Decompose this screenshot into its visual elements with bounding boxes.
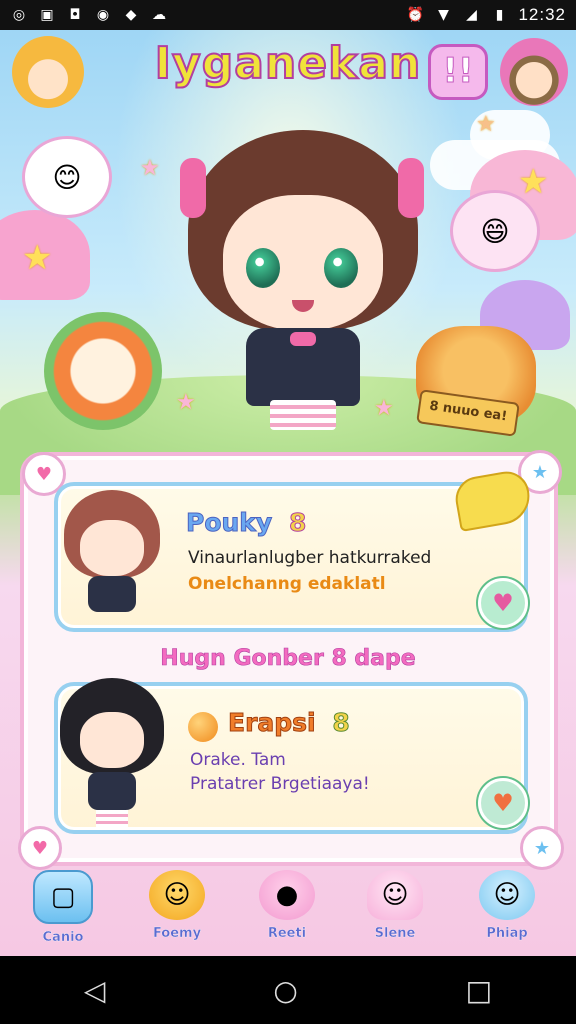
clock: 12:32 [518, 5, 566, 24]
character-name: Erapsi 8 [228, 708, 351, 738]
ice-cube-icon: ▢ [33, 870, 93, 924]
title-badge: !! [428, 44, 488, 100]
character-description: Orake. Tam [190, 750, 286, 770]
star-icon: ★ [140, 156, 160, 181]
star-icon: ★ [476, 112, 496, 137]
character-description: Pratatrer Brgetiaaya! [190, 774, 370, 794]
recents-icon[interactable]: □ [466, 974, 492, 1007]
signal-icon: ◢ [466, 7, 477, 23]
character-eye-right [324, 248, 358, 288]
section-header: Hugn Gonber 8 dape [160, 646, 416, 672]
player-avatar-left[interactable] [12, 36, 84, 108]
character-eye-left [246, 248, 280, 288]
player-avatar-right[interactable] [500, 38, 568, 106]
battery-icon: ▮ [495, 7, 504, 23]
nav-label: Canio [42, 930, 84, 945]
nav-label: Reeti [267, 926, 307, 941]
flower-mascot[interactable] [44, 312, 162, 430]
orange-ball-icon [188, 712, 218, 742]
character-name-text: Pouky [185, 508, 273, 538]
status-bar: ◎ ▣ ◘ ◉ ◆ ☁ ⏰ ▼ ◢ ▮ 12:32 [0, 0, 576, 30]
hair-bow-right [398, 158, 424, 218]
character-level: 8 [288, 508, 307, 538]
instagram-icon: ▣ [40, 7, 54, 23]
blob-icon: ☺ [479, 870, 535, 920]
emoji-bubble-right: 😄 [450, 190, 540, 272]
system-navigation-bar: ◁ ○ □ [0, 956, 576, 1024]
character-level: 8 [332, 708, 350, 738]
character-description: Vinaurlanlugber hatkurraked [188, 548, 432, 568]
nav-label: Foemy [152, 926, 202, 941]
card-portrait [60, 672, 164, 832]
game-title: Iyganekan [154, 37, 422, 90]
sweet-icon: ● [259, 870, 315, 920]
card-portrait [60, 484, 164, 620]
nav-item-foemy[interactable]: ☺ Foemy [132, 866, 222, 956]
heart-corner-icon: ♥ [18, 826, 62, 870]
whatsapp-icon: ◎ [12, 7, 26, 23]
ghost-icon: ☺ [367, 870, 423, 920]
star-icon: ★ [22, 238, 53, 278]
character-name: Pouky 8 [185, 508, 307, 538]
main-character[interactable] [178, 100, 428, 435]
wifi-icon: ▼ [438, 7, 449, 23]
nav-label: Slene [374, 926, 416, 941]
heart-button[interactable]: ♥ [478, 778, 528, 828]
nav-item-phiap[interactable]: ☺ Phiap [462, 866, 552, 956]
nav-item-reeti[interactable]: ● Reeti [242, 866, 332, 956]
character-legs [270, 400, 336, 430]
alarm-icon: ⏰ [406, 7, 425, 23]
bottom-nav: ▢ Canio ☺ Foemy ● Reeti ☺ Slene ☺ Phiap [0, 866, 576, 956]
character-description: Onelchanng edaklatl [188, 574, 386, 594]
back-icon[interactable]: ◁ [84, 974, 106, 1007]
system-icons: ⏰ ▼ ◢ ▮ 12:32 [406, 5, 566, 25]
character-name-text: Erapsi [228, 708, 317, 738]
nav-item-slene[interactable]: ☺ Slene [350, 866, 440, 956]
outfit-bow [290, 332, 316, 346]
heart-button[interactable]: ♥ [478, 578, 528, 628]
nav-item-canio[interactable]: ▢ Canio [18, 866, 108, 956]
hair-bow-left [180, 158, 206, 218]
cloud-icon: ☁ [152, 7, 166, 23]
chrome-icon: ◉ [96, 7, 110, 23]
emoji-bubble-left: 😊 [22, 136, 112, 218]
mascot-icon: ☺ [149, 870, 205, 920]
nav-label: Phiap [486, 926, 528, 941]
notification-icons: ◎ ▣ ◘ ◉ ◆ ☁ [10, 6, 168, 24]
messenger-icon: ◘ [69, 7, 81, 23]
dropbox-icon: ◆ [125, 7, 137, 23]
home-icon[interactable]: ○ [273, 974, 297, 1007]
star-corner-icon: ★ [520, 826, 564, 870]
star-icon: ★ [518, 162, 549, 202]
